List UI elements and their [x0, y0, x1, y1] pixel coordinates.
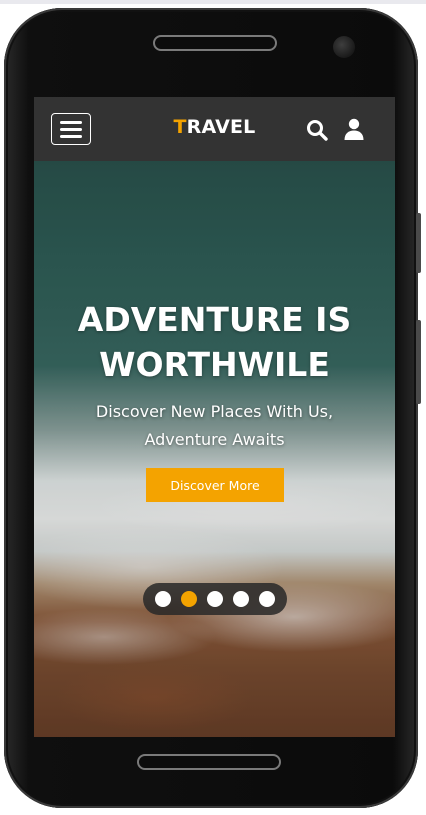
- volume-button: [416, 213, 421, 273]
- carousel-dot-3[interactable]: [207, 591, 223, 607]
- navbar: TRAVEL: [34, 97, 395, 161]
- browser-top-edge: [0, 0, 426, 4]
- brand-text: RAVEL: [186, 116, 256, 138]
- front-camera: [333, 36, 355, 58]
- hero-title: ADVENTURE IS WORTHWILE: [34, 297, 395, 387]
- hero-subtitle-line-1: Discover New Places With Us,: [95, 402, 334, 421]
- bottom-speaker: [137, 754, 281, 770]
- carousel-dot-2[interactable]: [181, 591, 197, 607]
- carousel-dot-5[interactable]: [259, 591, 275, 607]
- brand-initial: T: [173, 116, 187, 138]
- brand-logo[interactable]: TRAVEL: [34, 116, 395, 138]
- power-button: [416, 320, 421, 404]
- discover-more-button[interactable]: Discover More: [146, 468, 284, 502]
- user-icon[interactable]: [343, 118, 365, 141]
- carousel-dot-4[interactable]: [233, 591, 249, 607]
- hero-subtitle-line-2: Adventure Awaits: [144, 430, 285, 449]
- hero-title-line-2: WORTHWILE: [99, 345, 330, 384]
- carousel-dot-1[interactable]: [155, 591, 171, 607]
- search-icon[interactable]: [306, 119, 328, 141]
- hero-title-line-1: ADVENTURE IS: [77, 300, 352, 339]
- phone-screen: TRAVEL ADVENTURE IS WORTHWILE Discover N…: [34, 97, 395, 737]
- carousel-indicators: [143, 583, 287, 615]
- hero-subtitle: Discover New Places With Us, Adventure A…: [34, 398, 395, 454]
- earpiece-speaker: [153, 35, 277, 51]
